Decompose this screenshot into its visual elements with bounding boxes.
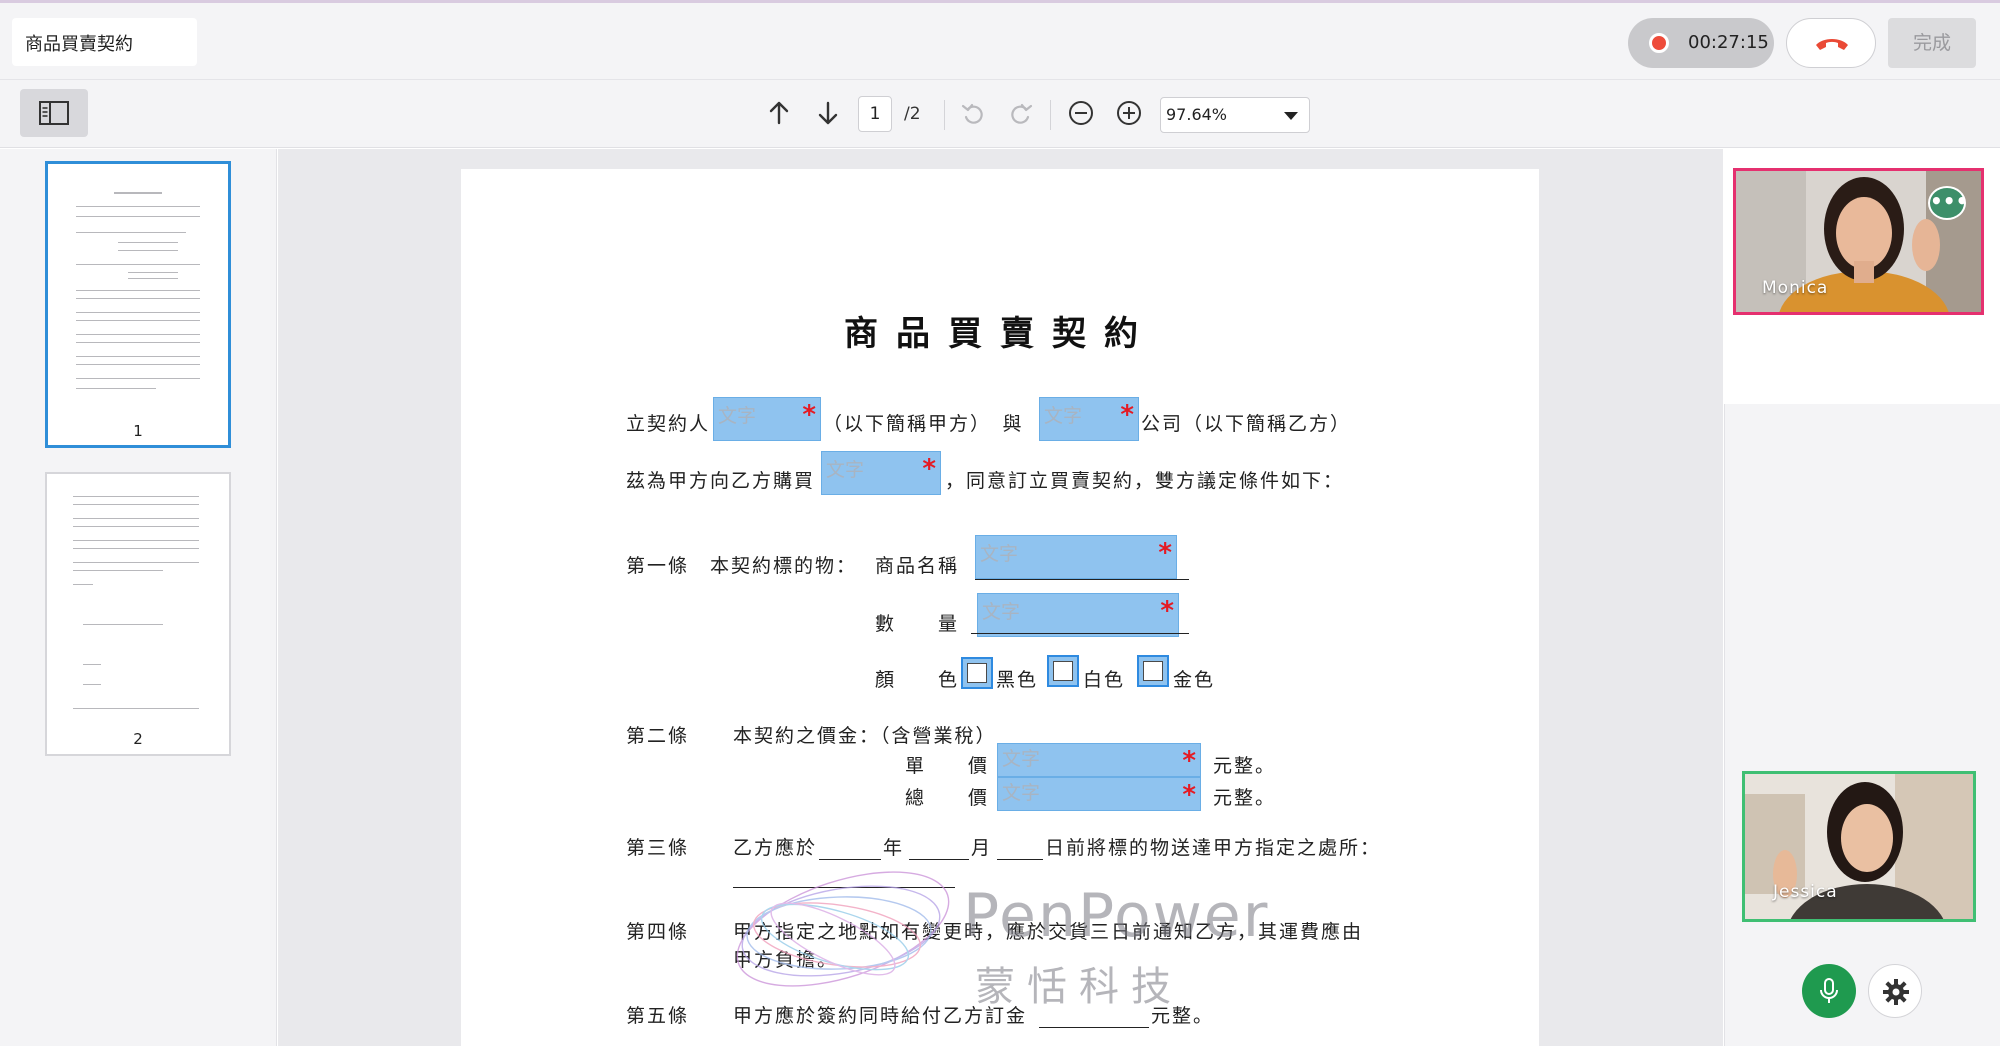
purchase-label: 茲為甲方向乙方購買 [626, 470, 816, 492]
gear-icon [1883, 979, 1909, 1005]
required-mark: * [1182, 780, 1196, 810]
thumbnail-page-1[interactable]: 1 [45, 161, 231, 448]
sidebar-toggle-icon [39, 101, 69, 125]
underline [975, 579, 1189, 580]
party-a-field[interactable]: 文字 * [713, 397, 821, 441]
article-3-label: 第三條 [626, 837, 690, 859]
field-placeholder: 文字 [1002, 748, 1041, 770]
sidebar-toggle-button[interactable] [20, 89, 88, 137]
redo-icon[interactable] [1008, 100, 1034, 126]
article-1-label: 第一條 本契約標的物： [626, 555, 858, 577]
article-2-text: 本契約之價金：（含營業稅） [733, 725, 997, 747]
field-placeholder: 文字 [982, 601, 1021, 623]
required-mark: * [802, 400, 816, 430]
total-price-suffix: 元整。 [1213, 787, 1277, 809]
document-title: 商品買賣契約 [25, 34, 133, 55]
field-placeholder: 文字 [980, 543, 1019, 565]
unit-price-label: 單 價 [905, 755, 990, 777]
unit-price-field[interactable]: 文字 * [997, 743, 1201, 777]
watermark-text-en: PenPower [963, 881, 1270, 951]
underline [971, 633, 1189, 634]
pdf-toolbar [0, 80, 2000, 148]
arrow-up-icon[interactable] [766, 100, 792, 126]
purchase-item-field[interactable]: 文字 * [821, 451, 941, 495]
product-name-field[interactable]: 文字 * [975, 535, 1177, 579]
thumbnail-label: 2 [133, 730, 143, 748]
total-price-label: 總 價 [905, 787, 990, 809]
color-black-checkbox[interactable] [961, 657, 993, 689]
color-gold-checkbox[interactable] [1137, 655, 1169, 687]
color-label: 顏 色 [875, 669, 960, 691]
undo-icon[interactable] [960, 100, 986, 126]
thumbnail-preview [47, 474, 229, 720]
hangup-button[interactable] [1786, 18, 1876, 68]
field-placeholder: 文字 [826, 459, 865, 481]
total-price-field[interactable]: 文字 * [997, 777, 1201, 811]
product-name-label: 商品名稱 [875, 555, 960, 577]
quantity-field[interactable]: 文字 * [977, 593, 1179, 637]
recording-time: 00:27:15 [1688, 32, 1769, 53]
party-a-note: （以下簡稱甲方） 與 [823, 413, 1024, 435]
document-page: 商品買賣契約 立契約人 文字 * （以下簡稱甲方） 與 文字 * 公司（以下簡稱… [461, 169, 1539, 1046]
zoom-out-icon[interactable] [1068, 100, 1094, 126]
watermark-text-zh: 蒙恬科技 [975, 964, 1183, 1010]
more-dots-icon[interactable]: ••• [1928, 186, 1968, 220]
color-gold-label: 金色 [1173, 669, 1216, 691]
microphone-icon [1820, 978, 1838, 1003]
participant-name: Monica [1762, 278, 1829, 298]
document-viewer[interactable]: 商品買賣契約 立契約人 文字 * （以下簡稱甲方） 與 文字 * 公司（以下簡稱… [278, 149, 1723, 1046]
arrow-down-icon[interactable] [815, 100, 841, 126]
page-total: /2 [904, 104, 921, 124]
party-b-note: 公司（以下簡稱乙方） [1141, 413, 1352, 435]
toolbar-divider [944, 100, 945, 130]
contract-title: 商品買賣契約 [844, 314, 1156, 354]
thumbnail-label: 1 [133, 422, 143, 440]
required-mark: * [1158, 538, 1172, 568]
party-b-field[interactable]: 文字 * [1039, 397, 1139, 441]
zoom-in-icon[interactable] [1116, 100, 1142, 126]
purchase-note: ，同意訂立買賣契約，雙方議定條件如下： [945, 470, 1345, 492]
color-white-label: 白色 [1083, 669, 1126, 691]
phone-hangup-icon [1816, 39, 1848, 50]
required-mark: * [1182, 746, 1196, 776]
underline [1039, 1027, 1149, 1028]
participant-name: Jessica [1773, 882, 1838, 902]
field-placeholder: 文字 [1044, 405, 1083, 427]
required-mark: * [922, 454, 936, 484]
color-white-checkbox[interactable] [1047, 655, 1079, 687]
page-number-input[interactable]: 1 [858, 96, 892, 132]
zoom-value: 97.64% [1166, 105, 1228, 124]
thumbnail-page-2[interactable]: 2 [45, 472, 231, 756]
toolbar-divider [1050, 100, 1051, 130]
microphone-button[interactable] [1802, 964, 1856, 1018]
done-button[interactable]: 完成 [1888, 18, 1976, 68]
quantity-label: 數 量 [875, 613, 960, 635]
unit-price-suffix: 元整。 [1213, 755, 1277, 777]
penpower-watermark: PenPower 蒙恬科技 [723, 839, 1303, 1019]
video-tile-jessica[interactable]: Jessica [1742, 771, 1976, 922]
required-mark: * [1160, 596, 1174, 626]
required-mark: * [1120, 400, 1134, 430]
record-dot-icon [1649, 33, 1669, 53]
chevron-down-icon [1284, 112, 1298, 120]
party-a-label: 立契約人 [626, 413, 711, 435]
field-placeholder: 文字 [718, 405, 757, 427]
settings-button[interactable] [1868, 964, 1922, 1018]
field-placeholder: 文字 [1002, 782, 1041, 804]
watermark-swirl-icon [736, 871, 950, 987]
thumbnail-preview [48, 164, 228, 410]
article-2-label: 第二條 [626, 725, 690, 747]
article-5-label: 第五條 [626, 1005, 690, 1027]
article-4-label: 第四條 [626, 921, 690, 943]
color-black-label: 黑色 [996, 669, 1039, 691]
